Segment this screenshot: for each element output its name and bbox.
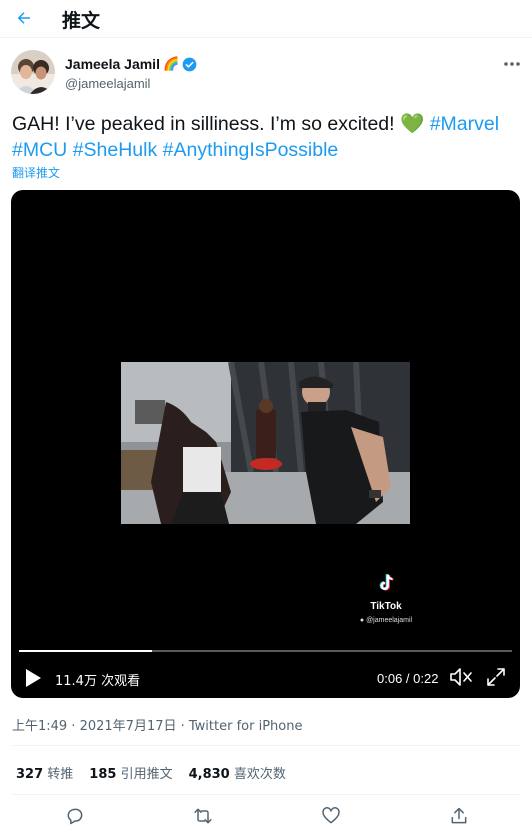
video-progress-fill [19, 650, 153, 652]
tweet-stats: 327 转推 185 引用推文 4,830 喜欢次数 [16, 763, 286, 782]
divider [12, 794, 520, 795]
heart-icon [322, 807, 340, 824]
likes-stat[interactable]: 4,830 喜欢次数 [189, 763, 286, 782]
more-options-button[interactable] [500, 54, 524, 74]
fullscreen-button[interactable] [485, 666, 507, 688]
video-progress-bar[interactable] [19, 650, 512, 652]
quotes-label: 引用推文 [120, 767, 173, 782]
top-bar: 推文 [0, 0, 532, 38]
tiktok-watermark: TikTok ● @jameelajamil [351, 572, 421, 624]
video-player[interactable]: TikTok ● @jameelajamil 11.4万 次观看 0:06 / … [11, 190, 520, 698]
retweets-count: 327 [16, 767, 44, 782]
verified-badge-icon [182, 57, 197, 71]
divider [12, 745, 520, 746]
hashtag-link[interactable]: #MCU [12, 139, 67, 161]
likes-count: 4,830 [188, 767, 230, 782]
volume-muted-icon [450, 668, 472, 686]
more-horizontal-icon [504, 62, 520, 66]
video-frame [121, 362, 410, 524]
mute-button[interactable] [449, 666, 473, 688]
author-name-text: Jameela Jamil [65, 56, 160, 72]
tiktok-username: ● @jameelajamil [351, 617, 421, 624]
page-title: 推文 [62, 10, 101, 32]
tiktok-username-text: @jameelajamil [366, 617, 413, 624]
tiktok-name: TikTok [370, 601, 402, 612]
rainbow-emoji: 🌈 [162, 56, 180, 71]
retweet-icon [194, 808, 212, 824]
hashtag-link[interactable]: #Marvel [430, 113, 499, 135]
reply-button[interactable] [62, 803, 88, 829]
share-button[interactable] [446, 803, 472, 829]
share-icon [451, 807, 467, 824]
tweet-timestamp[interactable]: 上午1:49 · 2021年7月17日 · Twitter for iPhone [12, 715, 302, 734]
video-time: 0:06 / 0:22 [377, 671, 439, 686]
back-button[interactable] [10, 4, 38, 32]
tiktok-logo-icon [379, 574, 394, 591]
user-icon: ● [359, 617, 365, 624]
tweet-actions [0, 803, 532, 829]
arrow-left-icon [17, 12, 30, 24]
view-count: 11.4万 次观看 [55, 674, 141, 689]
tweet-text: GAH! I’ve peaked in silliness. I’m so ex… [12, 111, 527, 163]
green-heart-emoji: 💚 [400, 113, 425, 135]
play-button[interactable] [23, 667, 43, 689]
quotes-stat[interactable]: 185 引用推文 [89, 763, 172, 782]
retweet-button[interactable] [190, 803, 216, 829]
play-icon [26, 669, 41, 687]
retweets-label: 转推 [47, 767, 74, 782]
hashtag-link[interactable]: #AnythingIsPossible [163, 139, 339, 161]
tweet-body: GAH! I’ve peaked in silliness. I’m so ex… [12, 113, 400, 135]
author-handle[interactable]: @jameelajamil [65, 76, 150, 91]
hashtag-link[interactable]: #SheHulk [73, 139, 158, 161]
like-button[interactable] [318, 803, 344, 829]
translate-tweet-link[interactable]: 翻译推文 [12, 164, 60, 181]
fullscreen-icon [487, 668, 505, 686]
author-name[interactable]: Jameela Jamil 🌈 [65, 56, 197, 72]
quotes-count: 185 [89, 767, 117, 782]
reply-icon [67, 808, 83, 825]
likes-label: 喜欢次数 [233, 767, 286, 782]
retweets-stat[interactable]: 327 转推 [16, 763, 73, 782]
avatar[interactable] [11, 50, 55, 94]
